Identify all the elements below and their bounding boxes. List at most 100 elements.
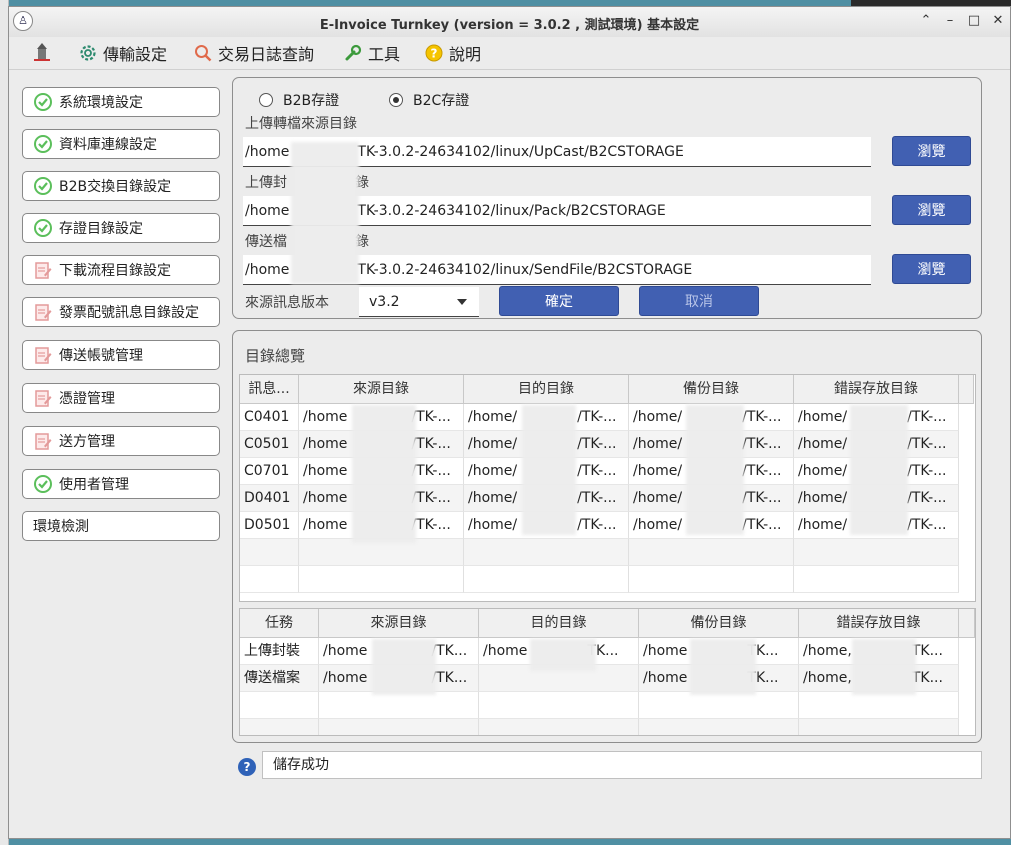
cell-text-prefix: /home/ xyxy=(468,490,518,506)
edit-document-icon xyxy=(35,347,52,364)
column-header[interactable]: 錯誤存放目錄 xyxy=(794,375,959,404)
sidebar-item-label: 存證目錄設定 xyxy=(59,221,143,237)
column-header[interactable]: 來源目錄 xyxy=(299,375,464,404)
sidebar-item-4[interactable]: 存證目錄設定 xyxy=(22,213,220,243)
cell-text-suffix: /TK-... xyxy=(742,490,782,506)
column-header[interactable]: 錯誤存放目錄 xyxy=(799,609,959,638)
table-cell[interactable]: C0501 xyxy=(240,431,299,458)
empty-cell[interactable] xyxy=(794,566,959,593)
empty-cell[interactable] xyxy=(299,566,464,593)
sidebar-item-10[interactable]: 使用者管理 xyxy=(22,469,220,499)
menu-transfer-settings[interactable]: 傳輸設定 xyxy=(79,42,167,64)
cancel-button[interactable]: 取消 xyxy=(639,286,759,316)
path-prefix: /home xyxy=(245,262,290,278)
close-icon[interactable]: ✕ xyxy=(990,12,1006,30)
message-directory-table[interactable]: 訊息... 來源目錄 目的目錄 備份目錄 錯誤存放目錄 C0401/home/TK-...… xyxy=(239,374,976,602)
table-cell[interactable]: D0501 xyxy=(240,512,299,539)
column-header[interactable]: 來源目錄 xyxy=(319,609,479,638)
cell-text-prefix: /home/ xyxy=(798,517,848,533)
chevron-down-icon xyxy=(457,299,467,305)
empty-cell[interactable] xyxy=(629,566,794,593)
maximize-icon[interactable]: □ xyxy=(966,12,982,30)
column-header[interactable]: 目的目錄 xyxy=(479,609,639,638)
version-value: v3.2 xyxy=(369,294,400,310)
sidebar-item-2[interactable]: 資料庫連線設定 xyxy=(22,129,220,159)
empty-cell[interactable] xyxy=(240,566,299,593)
radio-b2c-storage[interactable]: B2C存證 xyxy=(389,90,469,110)
table-cell[interactable]: 傳送檔案 xyxy=(240,665,319,692)
cell-text-suffix: TK... xyxy=(911,643,943,659)
table-cell[interactable]: C0701 xyxy=(240,458,299,485)
cell-text-prefix: /home, xyxy=(803,643,852,659)
sidebar-item-8[interactable]: 憑證管理 xyxy=(22,383,220,413)
empty-cell[interactable] xyxy=(240,719,319,735)
sidebar-item-6[interactable]: 發票配號訊息目錄設定 xyxy=(22,297,220,327)
sidebar-item-label: 憑證管理 xyxy=(59,391,115,407)
empty-cell[interactable] xyxy=(639,692,799,719)
cell-text-prefix: /home/ xyxy=(633,463,683,479)
sidebar-item-11[interactable]: 環境檢測 xyxy=(22,511,220,541)
browse-send-button[interactable]: 瀏覽 xyxy=(892,254,971,284)
empty-cell[interactable] xyxy=(319,719,479,735)
column-header[interactable]: 訊息... xyxy=(240,375,299,404)
version-label: 來源訊息版本 xyxy=(245,295,329,311)
browse-upload-source-button[interactable]: 瀏覽 xyxy=(892,136,971,166)
cell-text-prefix: /home/ xyxy=(633,490,683,506)
app-window: ♙ E-Invoice Turnkey (version = 3.0.2 , 測… xyxy=(8,6,1011,839)
sidebar-item-5[interactable]: 下載流程目錄設定 xyxy=(22,255,220,285)
table-cell[interactable]: 上傳封裝 xyxy=(240,638,319,665)
cell-text-prefix: /home xyxy=(303,517,348,533)
cell-text-prefix: /home/ xyxy=(468,436,518,452)
minimize-icon[interactable]: – xyxy=(942,12,958,30)
empty-cell[interactable] xyxy=(464,566,629,593)
empty-cell[interactable] xyxy=(479,719,639,735)
redaction-blur xyxy=(530,639,596,671)
path-suffix: TK-3.0.2-24634102/linux/UpCast/B2CSTORAG… xyxy=(357,144,684,160)
svg-text:?: ? xyxy=(431,47,438,61)
wrench-icon xyxy=(345,44,362,61)
empty-cell[interactable] xyxy=(629,539,794,566)
cell-text-suffix: /TK-... xyxy=(577,409,617,425)
browse-pack-button[interactable]: 瀏覽 xyxy=(892,195,971,225)
status-message-field: 儲存成功 xyxy=(262,751,982,779)
menu-transaction-log[interactable]: 交易日誌查詢 xyxy=(194,42,314,64)
column-header[interactable]: 備份目錄 xyxy=(639,609,799,638)
cell-text-suffix: /TK-... xyxy=(577,490,617,506)
empty-cell[interactable] xyxy=(799,719,959,735)
help-icon: ? xyxy=(425,44,443,62)
cell-text-suffix: /TK-... xyxy=(411,463,451,479)
empty-cell[interactable] xyxy=(240,539,299,566)
empty-cell[interactable] xyxy=(464,539,629,566)
empty-cell[interactable] xyxy=(799,692,959,719)
sidebar-item-3[interactable]: B2B交換目錄設定 xyxy=(22,171,220,201)
path-prefix: /home xyxy=(245,144,290,160)
empty-cell[interactable] xyxy=(794,539,959,566)
radio-label: B2C存證 xyxy=(413,93,470,109)
empty-cell[interactable] xyxy=(479,692,639,719)
menu-help[interactable]: ? 說明 xyxy=(425,42,481,64)
cell-text-suffix: /TK-... xyxy=(577,463,617,479)
empty-cell[interactable] xyxy=(299,539,464,566)
radio-b2b-storage[interactable]: B2B存證 xyxy=(259,90,339,110)
column-header[interactable]: 備份目錄 xyxy=(629,375,794,404)
sidebar-item-1[interactable]: 系統環境設定 xyxy=(22,87,220,117)
table-cell[interactable]: D0401 xyxy=(240,485,299,512)
empty-cell[interactable] xyxy=(319,692,479,719)
radio-dot-selected xyxy=(389,93,403,107)
empty-cell[interactable] xyxy=(240,692,319,719)
cell-text-suffix: /TK-... xyxy=(411,517,451,533)
collapse-icon[interactable]: ⌃ xyxy=(918,12,934,30)
confirm-button[interactable]: 確定 xyxy=(499,286,619,316)
sidebar-item-9[interactable]: 送方管理 xyxy=(22,426,220,456)
menu-tools[interactable]: 工具 xyxy=(344,42,400,64)
column-header[interactable]: 目的目錄 xyxy=(464,375,629,404)
empty-cell[interactable] xyxy=(639,719,799,735)
cell-text-suffix: /TK-... xyxy=(411,436,451,452)
overview-title: 目錄總覽 xyxy=(245,347,306,365)
task-directory-table[interactable]: 任務 來源目錄 目的目錄 備份目錄 錯誤存放目錄 上傳封裝/home/TK... /home… xyxy=(239,608,976,736)
table-cell[interactable]: C0401 xyxy=(240,404,299,431)
column-header[interactable]: 任務 xyxy=(240,609,319,638)
sidebar-item-7[interactable]: 傳送帳號管理 xyxy=(22,340,220,370)
check-circle-icon xyxy=(34,177,52,195)
version-select[interactable]: v3.2 xyxy=(359,287,479,317)
